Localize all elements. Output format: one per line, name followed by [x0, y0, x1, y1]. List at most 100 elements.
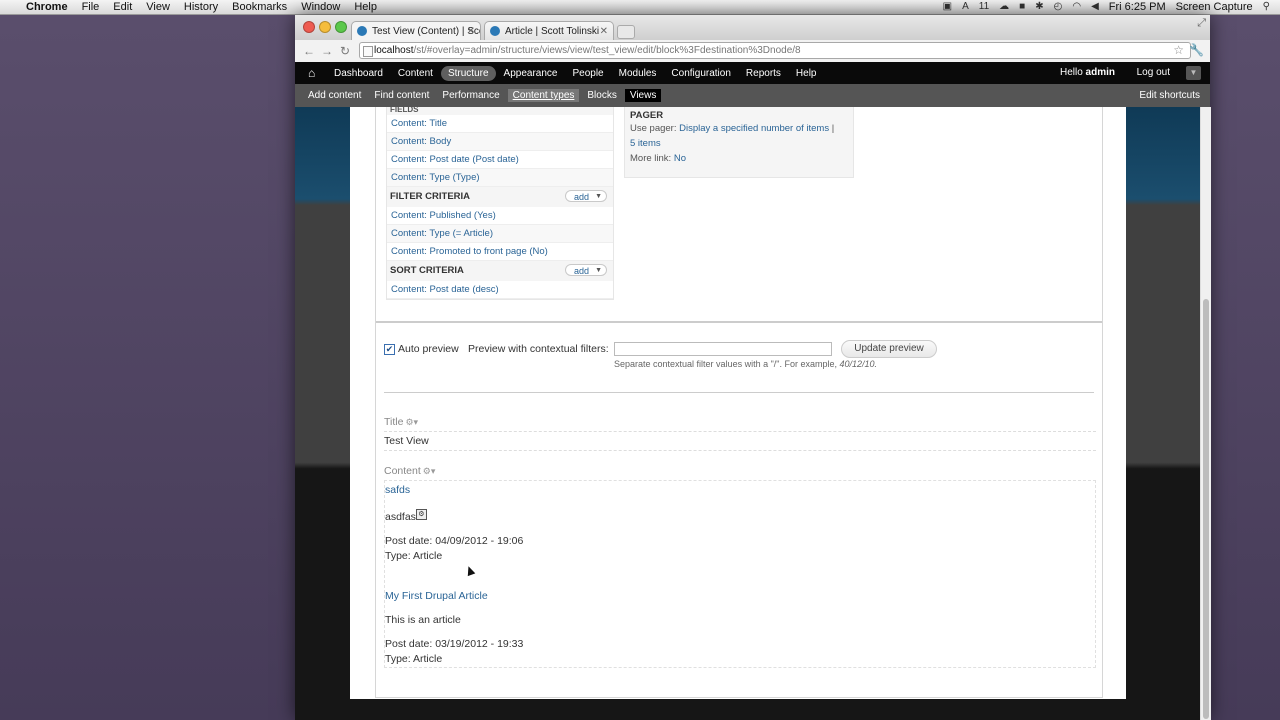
gear-icon[interactable]: ⚙▾ — [405, 417, 418, 427]
shortcut-bar: Add content Find content Performance Con… — [295, 84, 1210, 107]
node-body-text: asdfas — [385, 511, 416, 523]
filter-criteria-header: FILTER CRITERIA add ▼ — [387, 187, 613, 207]
wrench-icon[interactable]: 🔧 — [1189, 43, 1204, 57]
url-path: /st/#overlay=admin/structure/views/view/… — [413, 45, 801, 56]
spotlight-icon[interactable]: ⚲ — [1263, 0, 1270, 14]
add-filter-button[interactable]: add ▼ — [565, 190, 607, 202]
bookmark-star-icon[interactable]: ☆ — [1173, 43, 1184, 57]
clock[interactable]: Fri 6:25 PM — [1109, 0, 1166, 14]
admin-menu-reports[interactable]: Reports — [739, 66, 788, 81]
menu-history[interactable]: History — [184, 0, 218, 14]
contextual-links-icon[interactable]: ⚙ — [415, 509, 427, 520]
menu-window[interactable]: Window — [301, 0, 340, 14]
app-menu[interactable]: Chrome — [26, 0, 68, 14]
admin-menu-dashboard[interactable]: Dashboard — [327, 66, 390, 81]
admin-menu-content[interactable]: Content — [391, 66, 440, 81]
more-link-label: More link: — [630, 153, 672, 164]
sort-item[interactable]: Content: Post date (desc) — [387, 281, 613, 299]
admin-menu-configuration[interactable]: Configuration — [664, 66, 737, 81]
gear-icon[interactable]: ⚙▾ — [423, 466, 436, 476]
update-preview-button[interactable]: Update preview — [841, 340, 937, 358]
admin-menu-structure[interactable]: Structure — [440, 65, 496, 81]
shortcut-performance[interactable]: Performance — [437, 89, 504, 102]
preview-title: Test View — [384, 431, 1096, 451]
field-item[interactable]: Content: Body — [387, 133, 613, 151]
field-item[interactable]: Content: Post date (Post date) — [387, 151, 613, 169]
lock-icon[interactable]: ■ — [1019, 0, 1025, 14]
menu-bookmarks[interactable]: Bookmarks — [232, 0, 287, 14]
close-tab-icon[interactable]: ✕ — [467, 22, 475, 40]
shortcut-find-content[interactable]: Find content — [369, 89, 434, 102]
home-icon[interactable]: ⌂ — [308, 66, 315, 80]
bluetooth-icon[interactable]: ✱ — [1035, 0, 1043, 14]
close-window-button[interactable] — [303, 21, 315, 33]
add-sort-button[interactable]: add ▼ — [565, 264, 607, 276]
menu-edit[interactable]: Edit — [113, 0, 132, 14]
reload-icon[interactable]: ↻ — [337, 43, 353, 59]
logout-link[interactable]: Log out — [1137, 62, 1170, 84]
use-pager-label: Use pager: — [630, 123, 677, 134]
dropdown-caret-icon[interactable]: ▼ — [595, 191, 602, 203]
filter-item[interactable]: Content: Published (Yes) — [387, 207, 613, 225]
shortcut-content-types[interactable]: Content types — [507, 89, 580, 102]
menu-file[interactable]: File — [82, 0, 100, 14]
url-host: localhost — [374, 45, 414, 56]
forward-arrow-icon[interactable]: → — [319, 43, 335, 59]
preview-divider — [384, 392, 1094, 393]
camera-icon[interactable]: ▣ — [943, 0, 952, 14]
contextual-filters-help: Separate contextual filter values with a… — [614, 359, 877, 369]
admin-menu-modules[interactable]: Modules — [612, 66, 664, 81]
admin-menu-appearance[interactable]: Appearance — [497, 66, 565, 81]
address-bar[interactable]: localhost/st/#overlay=admin/structure/vi… — [359, 42, 1191, 59]
auto-preview-label[interactable]: Auto preview — [398, 343, 459, 355]
filter-item[interactable]: Content: Type (= Article) — [387, 225, 613, 243]
fullscreen-icon[interactable]: ⤢ — [1197, 17, 1206, 30]
drupal-admin-toolbar: ⌂ Dashboard Content Structure Appearance… — [295, 62, 1210, 84]
close-tab-icon[interactable]: ✕ — [600, 22, 608, 40]
contextual-filters-input[interactable] — [614, 342, 832, 356]
volume-icon[interactable]: ◀ — [1091, 0, 1099, 14]
menu-view[interactable]: View — [146, 0, 170, 14]
section-divider — [376, 321, 1102, 323]
node-title-link[interactable]: safds — [385, 484, 410, 496]
zoom-window-button[interactable] — [335, 21, 347, 33]
field-item[interactable]: Content: Title — [387, 115, 613, 133]
shortcut-toggle-icon[interactable]: ▼ — [1186, 66, 1201, 80]
shortcut-blocks[interactable]: Blocks — [582, 89, 621, 102]
time-machine-icon[interactable]: ◴ — [1054, 0, 1063, 14]
add-label: add — [574, 266, 590, 276]
shortcut-add-content[interactable]: Add content — [303, 89, 366, 102]
use-pager-link[interactable]: Display a specified number of items — [679, 123, 829, 134]
node-body: This is an article — [385, 614, 461, 626]
username[interactable]: admin — [1086, 67, 1115, 78]
back-arrow-icon[interactable]: ← — [301, 43, 317, 59]
auto-preview-checkbox[interactable]: ✔ — [384, 344, 395, 355]
node-title-link[interactable]: My First Drupal Article — [385, 590, 488, 602]
items-per-page-link[interactable]: 5 items — [630, 138, 661, 149]
vertical-scrollbar[interactable] — [1200, 107, 1211, 720]
edit-shortcuts-link[interactable]: Edit shortcuts — [1139, 84, 1200, 107]
help-text: Separate contextual filter values with a… — [614, 359, 837, 369]
tab-article[interactable]: Article | Scott Tolinski ✕ — [484, 21, 614, 40]
tab-strip: Test View (Content) | Scott T ✕ Article … — [295, 15, 1210, 40]
adobe-icon[interactable]: A — [962, 0, 969, 14]
new-tab-button[interactable] — [617, 25, 635, 39]
minimize-window-button[interactable] — [319, 21, 331, 33]
more-link-line: More link: No — [625, 151, 853, 166]
cloud-icon[interactable]: ☁ — [999, 0, 1009, 14]
admin-menu-people[interactable]: People — [565, 66, 610, 81]
screen-capture-menu[interactable]: Screen Capture — [1176, 0, 1253, 14]
filter-item[interactable]: Content: Promoted to front page (No) — [387, 243, 613, 261]
admin-menu-help[interactable]: Help — [789, 66, 824, 81]
mouse-cursor-icon — [464, 564, 476, 577]
tab-test-view[interactable]: Test View (Content) | Scott T ✕ — [351, 21, 481, 40]
shortcut-views[interactable]: Views — [624, 89, 662, 102]
use-pager-line: Use pager: Display a specified number of… — [625, 121, 853, 151]
dropdown-caret-icon[interactable]: ▼ — [595, 265, 602, 277]
field-item[interactable]: Content: Type (Type) — [387, 169, 613, 187]
menu-help[interactable]: Help — [354, 0, 377, 14]
preview-content: safds asdfas ⚙ Post date: 04/09/2012 - 19… — [384, 480, 1096, 668]
wifi-icon[interactable]: ◠ — [1072, 0, 1081, 14]
more-link-value[interactable]: No — [674, 153, 686, 164]
scrollbar-thumb[interactable] — [1203, 299, 1209, 719]
